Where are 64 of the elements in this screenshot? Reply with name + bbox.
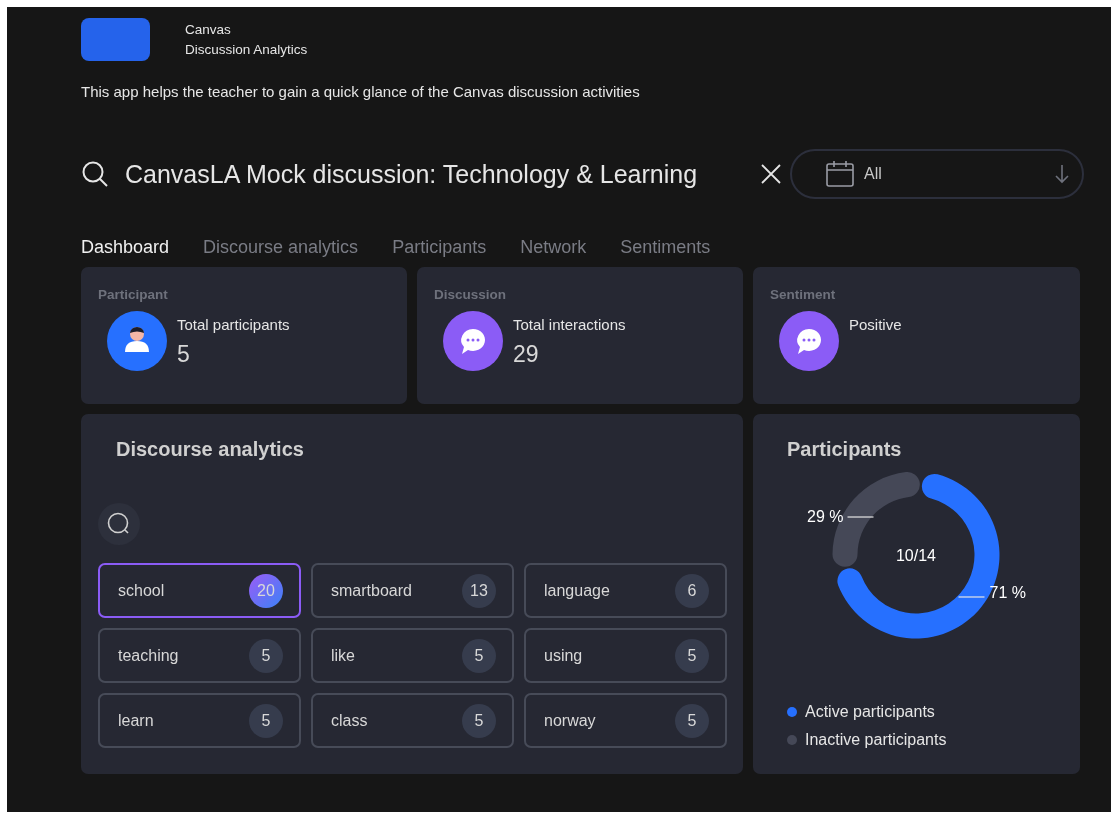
- keyword-label: school: [118, 581, 165, 600]
- tab[interactable]: Discourse analytics: [203, 237, 359, 258]
- count-badge: 5: [462, 703, 496, 738]
- keyword-label: language: [544, 581, 610, 600]
- count-badge: 5: [249, 638, 283, 673]
- tab[interactable]: Dashboard: [81, 237, 170, 258]
- close-icon[interactable]: [760, 163, 782, 185]
- keyword-chip[interactable]: learn 5: [98, 693, 301, 748]
- keyword-label: norway: [544, 711, 596, 730]
- keyword-chip[interactable]: teaching 5: [98, 628, 301, 683]
- card-heading: Discussion: [434, 287, 508, 302]
- card-value: 29: [513, 341, 540, 368]
- search-icon: [107, 512, 131, 536]
- search-icon[interactable]: [81, 160, 109, 188]
- count-badge: 5: [249, 703, 283, 738]
- keyword-chip[interactable]: language 6: [524, 563, 727, 618]
- tab[interactable]: Network: [520, 237, 587, 258]
- app-description: This app helps the teacher to gain a quick glance of the Canvas discussion activities: [81, 83, 641, 100]
- keyword-label: smartboard: [331, 581, 412, 600]
- count-badge: 13: [462, 573, 496, 608]
- count-badge: 5: [675, 638, 709, 673]
- app-subtitle: Discussion Analytics: [185, 42, 308, 57]
- card-value: 5: [177, 341, 191, 368]
- keyword-chip[interactable]: class 5: [311, 693, 514, 748]
- percent-label: 29 %: [807, 508, 844, 525]
- keyword-chip[interactable]: norway 5: [524, 693, 727, 748]
- tab[interactable]: Sentiments: [620, 237, 711, 258]
- keyword-chip[interactable]: using 5: [524, 628, 727, 683]
- card-label: Total participants: [177, 316, 290, 333]
- arrow-down-icon: [1054, 164, 1070, 184]
- count-badge: 6: [675, 573, 709, 608]
- percent-label: 71 %: [989, 584, 1026, 601]
- chat-icon: [779, 311, 839, 371]
- keyword-label: using: [544, 646, 583, 665]
- search-button[interactable]: [98, 503, 140, 545]
- card-label: Total interactions: [513, 316, 626, 333]
- leader-line: [846, 516, 875, 518]
- tab[interactable]: Participants: [392, 237, 487, 258]
- person-icon: [107, 311, 167, 371]
- keyword-chip[interactable]: smartboard 13: [311, 563, 514, 618]
- card-heading: Sentiment: [770, 287, 837, 302]
- panel-title: Participants: [787, 438, 903, 461]
- card-heading: Participant: [98, 287, 169, 302]
- keyword-chip[interactable]: like 5: [311, 628, 514, 683]
- search-field[interactable]: CanvasLA Mock discussion: Technology & Learning: [125, 159, 745, 189]
- calendar-icon: [826, 161, 854, 187]
- legend-label: Active participants: [805, 703, 935, 721]
- legend-label: Inactive participants: [805, 731, 947, 749]
- keyword-label: learn: [118, 711, 154, 730]
- chat-icon: [443, 311, 503, 371]
- keyword-label: like: [331, 646, 355, 665]
- count-badge: 5: [462, 638, 496, 673]
- keyword-label: class: [331, 711, 368, 730]
- panel-title: Discourse analytics: [116, 438, 305, 461]
- keyword-chip[interactable]: school 20: [98, 563, 301, 618]
- keyword-label: teaching: [118, 646, 179, 665]
- donut-center-label: 10/14: [896, 547, 936, 564]
- card-label: Positive: [849, 316, 902, 333]
- app-title: Canvas: [185, 22, 232, 37]
- app-logo: [81, 18, 150, 61]
- date-dropdown[interactable]: All: [790, 149, 1084, 199]
- leader-line: [957, 596, 986, 598]
- count-badge: 20: [249, 573, 283, 608]
- count-badge: 5: [675, 703, 709, 738]
